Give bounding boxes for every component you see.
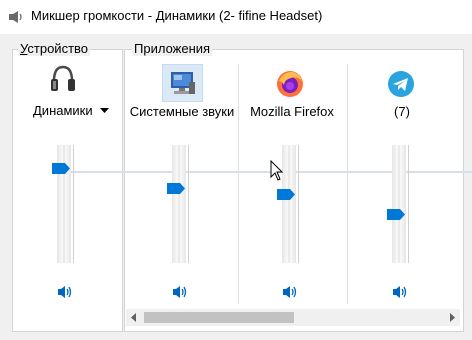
firefox-icon: [277, 71, 303, 97]
mute-button[interactable]: [172, 285, 188, 299]
app-name-label: (7): [394, 104, 410, 119]
system-sounds-icon: [171, 72, 195, 94]
mute-button[interactable]: [392, 285, 408, 299]
mute-button[interactable]: [282, 285, 298, 299]
applications-group-label: Приложения: [132, 41, 213, 56]
device-group-label: Устройство: [18, 41, 91, 56]
volume-slider-thumb[interactable]: [277, 189, 295, 201]
scroll-right-icon[interactable]: [448, 313, 456, 322]
app-name-label: Системные звуки: [129, 104, 235, 119]
mute-button[interactable]: [57, 285, 73, 299]
volume-slider-track[interactable]: [282, 145, 296, 263]
slider-ticks: [188, 145, 192, 263]
device-name: Динамики: [33, 103, 93, 118]
volume-slider-track[interactable]: [172, 145, 186, 263]
volume-slider-thumb[interactable]: [387, 209, 405, 221]
telegram-icon: [388, 71, 414, 97]
scroll-left-icon[interactable]: [130, 313, 138, 322]
mouse-cursor-icon: [270, 160, 284, 181]
chevron-down-icon: [100, 108, 109, 113]
slider-ticks: [408, 145, 412, 263]
device-selector[interactable]: Динамики: [30, 101, 114, 119]
headphones-icon: [51, 65, 75, 91]
slider-ticks: [298, 145, 302, 263]
volume-slider-track[interactable]: [392, 145, 406, 263]
speaker-icon: [9, 11, 22, 23]
column-divider: [347, 64, 348, 304]
slider-ticks: [73, 145, 77, 263]
column-divider: [238, 64, 239, 304]
app-icon-button[interactable]: [162, 64, 203, 102]
volume-slider-thumb[interactable]: [52, 163, 70, 175]
window-title: Микшер громкости - Динамики (2- fifine H…: [31, 8, 323, 23]
scrollbar-thumb[interactable]: [144, 312, 294, 323]
app-name-label: Mozilla Firefox: [250, 104, 334, 119]
volume-slider-thumb[interactable]: [167, 183, 185, 195]
title-bar: Микшер громкости - Динамики (2- fifine H…: [0, 0, 472, 34]
horizontal-scrollbar[interactable]: [126, 309, 460, 326]
